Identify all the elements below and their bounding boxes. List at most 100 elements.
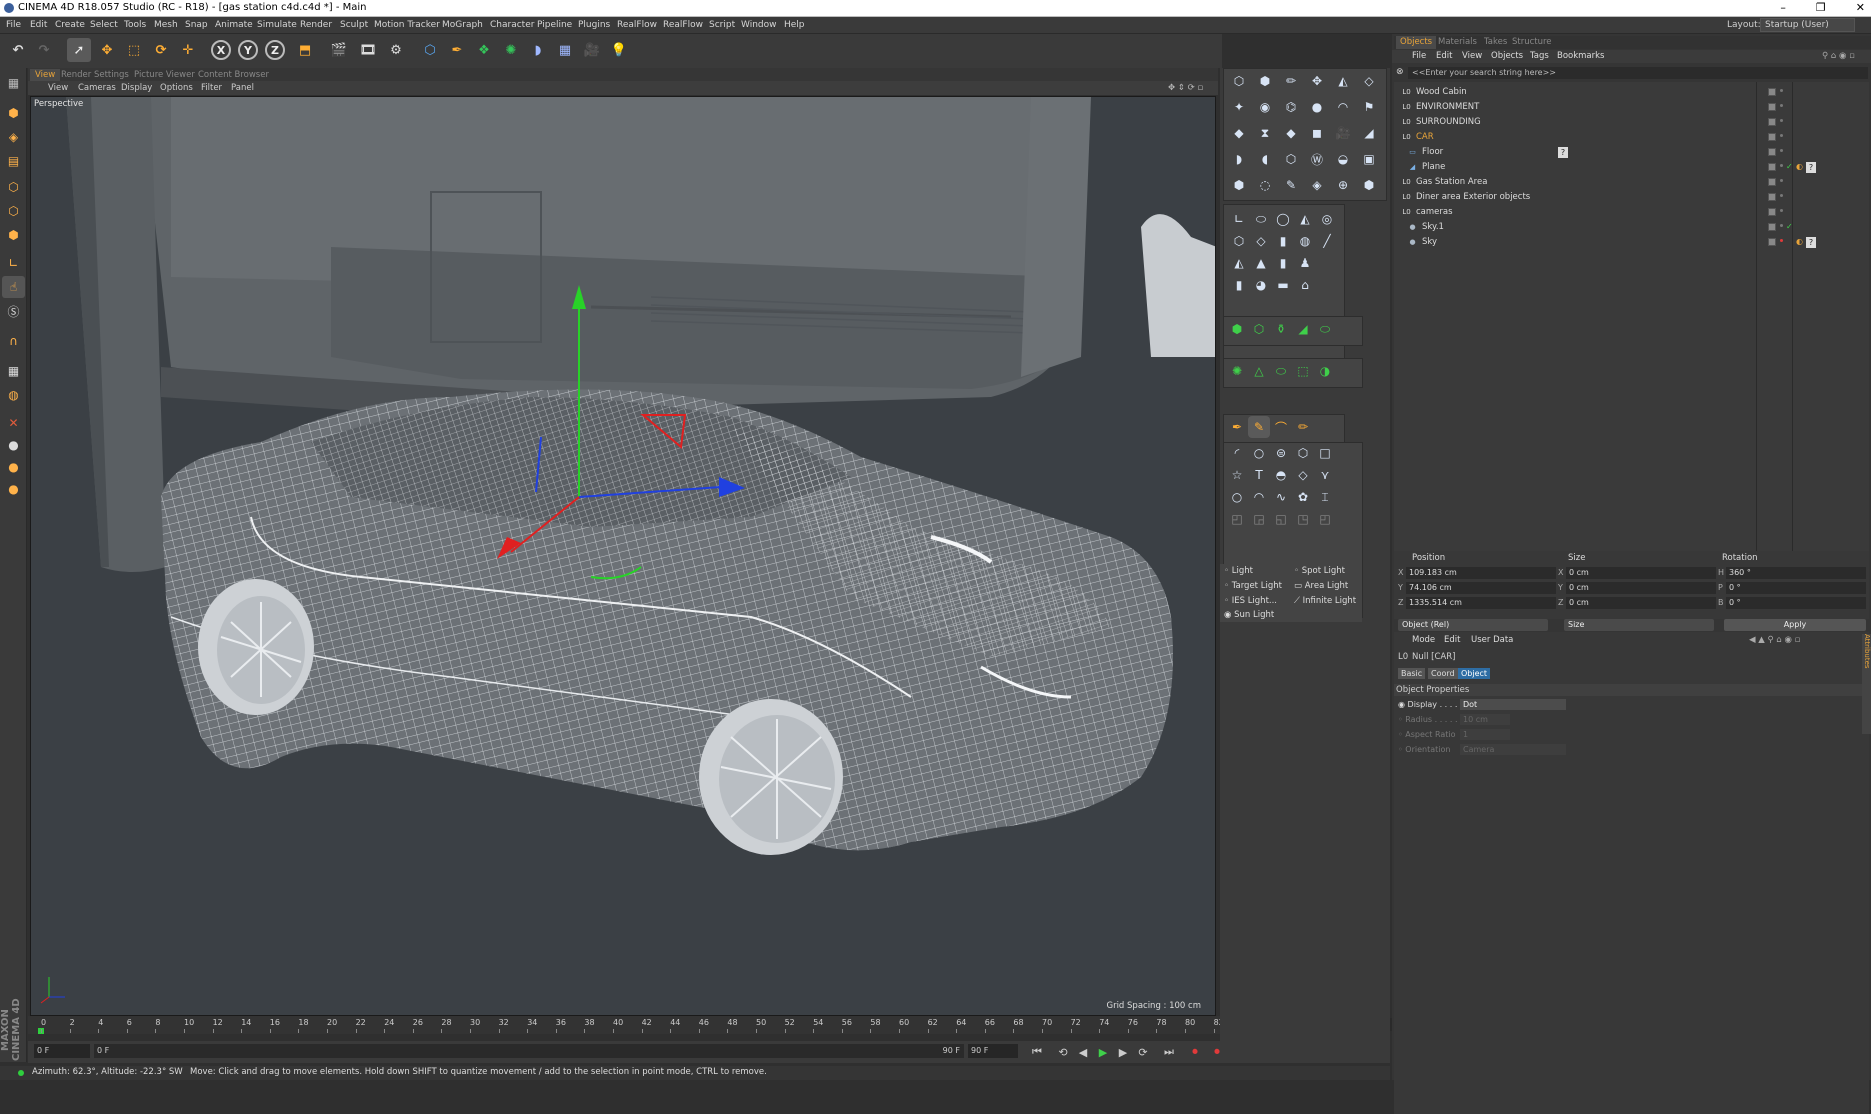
object-row[interactable]: ▭ Floor? bbox=[1394, 146, 1869, 160]
hull-icon[interactable]: ◖ bbox=[1254, 148, 1276, 170]
plane-icon[interactable]: ◇ bbox=[1358, 70, 1380, 92]
position-x-field[interactable]: 109.183 cm bbox=[1406, 567, 1556, 579]
menu-file[interactable]: File bbox=[6, 20, 21, 30]
apply-button[interactable]: Apply bbox=[1724, 619, 1866, 631]
vmenu-view[interactable]: View bbox=[48, 83, 68, 93]
light-item-sun[interactable]: ◉ Sun Light bbox=[1224, 610, 1274, 620]
object-search-input[interactable]: <<Enter your search string here>> bbox=[1408, 67, 1868, 79]
vmenu-display[interactable]: Display bbox=[121, 83, 152, 93]
menu-pipeline[interactable]: Pipeline bbox=[537, 20, 572, 30]
cube-icon[interactable]: ⬡ bbox=[1228, 70, 1250, 92]
tab-materials[interactable]: Materials bbox=[1434, 36, 1481, 49]
goto-start-icon[interactable]: ⏮ bbox=[1028, 1043, 1046, 1061]
figure-icon[interactable]: ✦ bbox=[1228, 96, 1250, 118]
object-row[interactable]: ◢ Plane ✓ ◐? bbox=[1394, 161, 1869, 175]
light-icon[interactable]: 💡 bbox=[607, 38, 631, 62]
make-editable-icon[interactable]: ▦ bbox=[2, 72, 25, 94]
sphere-icon[interactable]: ● bbox=[1306, 96, 1328, 118]
spring-icon[interactable]: ◌ bbox=[1254, 174, 1276, 196]
restore-button[interactable]: ❐ bbox=[1816, 1, 1826, 14]
effector-step-icon[interactable]: ⬚ bbox=[1292, 360, 1314, 382]
rotation-h-field[interactable]: 360 ° bbox=[1726, 567, 1866, 579]
can-icon[interactable]: ▮ bbox=[1228, 274, 1250, 296]
tab-picture-viewer[interactable]: Picture Viewer bbox=[129, 69, 200, 81]
om-nav-icons[interactable]: ⚲ ⌂ ◉ ▫ bbox=[1822, 51, 1855, 61]
array-icon[interactable]: ⬡ bbox=[1228, 230, 1250, 252]
size-z-field[interactable]: 0 cm bbox=[1566, 597, 1716, 609]
disc-icon[interactable]: ◉ bbox=[1254, 96, 1276, 118]
mesh-sphere-icon[interactable]: ⊕ bbox=[1332, 174, 1354, 196]
effector-random-icon[interactable]: △ bbox=[1248, 360, 1270, 382]
edges-mode-icon[interactable]: ⬡ bbox=[2, 200, 25, 222]
menu-help[interactable]: Help bbox=[784, 20, 805, 30]
camera-icon[interactable]: 🎥 bbox=[580, 38, 604, 62]
rotation-b-field[interactable]: 0 ° bbox=[1726, 597, 1866, 609]
undo-icon[interactable]: ↶ bbox=[6, 38, 30, 62]
vmenu-panel[interactable]: Panel bbox=[231, 83, 254, 93]
polygon-icon[interactable]: ◗ bbox=[1228, 148, 1250, 170]
shaded-cube-icon[interactable]: ⬢ bbox=[1358, 174, 1380, 196]
menu-animate[interactable]: Animate bbox=[215, 20, 253, 30]
subdivision-icon[interactable]: ❖ bbox=[472, 38, 496, 62]
cube-object-icon[interactable]: ⬡ bbox=[418, 38, 442, 62]
box-icon[interactable]: ▣ bbox=[1358, 148, 1380, 170]
menu-simulate[interactable]: Simulate bbox=[257, 20, 297, 30]
object-row[interactable]: L0 Diner area Exterior objects bbox=[1394, 191, 1869, 205]
menu-snap[interactable]: Snap bbox=[185, 20, 208, 30]
object-row[interactable]: ● Sky.1 ✓ bbox=[1394, 221, 1869, 235]
aspect-ratio-field[interactable]: 1 bbox=[1460, 729, 1510, 740]
menu-create[interactable]: Create bbox=[55, 20, 85, 30]
cloner2-icon[interactable]: ⬢ bbox=[1226, 318, 1248, 340]
camera-obj-icon[interactable]: 🎥 bbox=[1332, 122, 1354, 144]
effector-delay-icon[interactable]: ◑ bbox=[1314, 360, 1336, 382]
attr-nav-icons[interactable]: ◀ ▲ ⚲ ⌂ ◉ ▫ bbox=[1749, 635, 1800, 645]
extrude-icon[interactable]: ◭ bbox=[1294, 208, 1316, 230]
polygons-mode-icon[interactable]: ⬢ bbox=[2, 224, 25, 246]
spline-op-3-icon[interactable]: ◱ bbox=[1270, 508, 1292, 530]
solo-mode-icon[interactable]: Ⓢ bbox=[2, 300, 25, 322]
om-menu-tags[interactable]: Tags bbox=[1530, 51, 1549, 61]
pyramid-icon[interactable]: ◆ bbox=[1280, 122, 1302, 144]
metaball-icon[interactable]: ◍ bbox=[1294, 230, 1316, 252]
light-item-spot[interactable]: ◦ Spot Light bbox=[1294, 566, 1345, 576]
tool-c-icon[interactable]: ● bbox=[2, 456, 25, 478]
spline-smooth-icon[interactable]: ✎ bbox=[1248, 416, 1270, 438]
spline-op-1-icon[interactable]: ◰ bbox=[1226, 508, 1248, 530]
globe-icon[interactable]: ◕ bbox=[1250, 274, 1272, 296]
tab-structure[interactable]: Structure bbox=[1508, 36, 1556, 49]
menu-script[interactable]: Script bbox=[709, 20, 735, 30]
next-frame-icon[interactable]: ▶ bbox=[1114, 1043, 1132, 1061]
menu-plugins[interactable]: Plugins bbox=[578, 20, 610, 30]
helix-icon[interactable]: ⬢ bbox=[1228, 174, 1250, 196]
object-row-selected[interactable]: L0 CAR bbox=[1394, 131, 1869, 145]
spline-op-2-icon[interactable]: ◲ bbox=[1248, 508, 1270, 530]
cylinder-icon[interactable]: ⬢ bbox=[1254, 70, 1276, 92]
effector-plain-icon[interactable]: ✺ bbox=[1226, 360, 1248, 382]
null-icon[interactable]: ∟ bbox=[1228, 208, 1250, 230]
scale-tool-icon[interactable]: ⬚ bbox=[122, 38, 146, 62]
goto-end-icon[interactable]: ⏭ bbox=[1160, 1043, 1178, 1061]
spline-mask-icon[interactable]: ◢ bbox=[1292, 318, 1314, 340]
fracture-icon[interactable]: ⬡ bbox=[1248, 318, 1270, 340]
four-side-icon[interactable]: ◇ bbox=[1292, 464, 1314, 486]
symmetry-icon[interactable]: ▮ bbox=[1272, 230, 1294, 252]
menu-tools[interactable]: Tools bbox=[124, 20, 146, 30]
vmenu-cameras[interactable]: Cameras bbox=[78, 83, 116, 93]
position-y-field[interactable]: 74.106 cm bbox=[1406, 582, 1556, 594]
light-item-target[interactable]: ◦ Target Light bbox=[1224, 581, 1282, 591]
select-tool-icon[interactable]: ➚ bbox=[67, 38, 91, 62]
rectangle-spline-icon[interactable]: □ bbox=[1314, 442, 1336, 464]
sculpt-brush-icon[interactable]: ◍ bbox=[2, 384, 25, 406]
model-mode-icon[interactable]: ⬢ bbox=[2, 102, 25, 124]
menu-realflow-2[interactable]: RealFlow bbox=[663, 20, 703, 30]
end-frame-field[interactable]: 90 F bbox=[968, 1044, 1018, 1058]
arc-spline-icon[interactable]: ◜ bbox=[1226, 442, 1248, 464]
move-tool-icon[interactable]: ✥ bbox=[95, 38, 119, 62]
menu-mesh[interactable]: Mesh bbox=[154, 20, 178, 30]
attr-menu-user-data[interactable]: User Data bbox=[1471, 635, 1513, 645]
tracer-icon[interactable]: ⚱ bbox=[1270, 318, 1292, 340]
attr-menu-edit[interactable]: Edit bbox=[1444, 635, 1460, 645]
menu-character[interactable]: Character bbox=[490, 20, 534, 30]
deformer-icon[interactable]: ◗ bbox=[526, 38, 550, 62]
render-settings-icon[interactable]: ⚙ bbox=[384, 38, 408, 62]
